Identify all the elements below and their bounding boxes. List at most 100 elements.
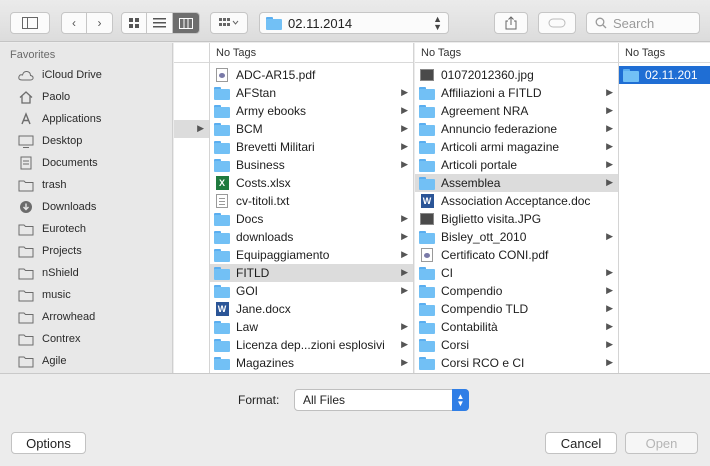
browser-column-3[interactable]: No Tags 02.11.201: [619, 43, 710, 373]
format-label: Format:: [238, 393, 280, 407]
options-button[interactable]: Options: [11, 432, 86, 454]
column-row[interactable]: [174, 84, 209, 102]
folder-row[interactable]: AFStan ▶: [210, 84, 413, 102]
folder-row[interactable]: Bisley_ott_2010 ▶: [415, 228, 618, 246]
row-label: Articoli armi magazine: [441, 140, 560, 154]
tag-icon: [548, 18, 566, 28]
folder-row[interactable]: Equipaggiamento ▶: [210, 246, 413, 264]
browser-column-2[interactable]: No Tags 01072012360.jpg Affiliazioni a FIT…: [415, 43, 619, 373]
path-popup[interactable]: 02.11.2014 ▲ ▼: [259, 12, 449, 34]
list-view-button[interactable]: [147, 13, 173, 33]
cloud-icon: [18, 68, 34, 82]
folder-row[interactable]: Corsi RCO e CI ▶: [415, 354, 618, 372]
sidebar-item-documents[interactable]: Documents: [18, 152, 98, 174]
folder-row[interactable]: GOI ▶: [210, 282, 413, 300]
folder-row[interactable]: Articoli armi magazine ▶: [415, 138, 618, 156]
sidebar-item-arrowhead[interactable]: Arrowhead: [18, 306, 95, 328]
open-button[interactable]: Open: [625, 432, 698, 454]
sidebar-item-icloud-drive[interactable]: iCloud Drive: [18, 64, 102, 86]
sidebar-item-desktop[interactable]: Desktop: [18, 130, 82, 152]
folder-icon: [214, 266, 230, 280]
folder-row[interactable]: Agreement NRA ▶: [415, 102, 618, 120]
file-row[interactable]: X Costs.xlsx: [210, 174, 413, 192]
sidebar-item-trash[interactable]: trash: [18, 174, 66, 196]
file-row[interactable]: cv-titoli.txt: [210, 192, 413, 210]
tags-button[interactable]: [538, 12, 576, 34]
folder-icon: [18, 222, 34, 236]
sidebar-item-contrex[interactable]: Contrex: [18, 328, 81, 350]
sidebar-item-label: iCloud Drive: [42, 69, 102, 81]
arrange-button[interactable]: [210, 12, 248, 34]
folder-row[interactable]: Licenza dep...zioni esplosivi ▶: [210, 336, 413, 354]
disclosure-arrow-icon: ▶: [606, 321, 613, 331]
row-label: Bisley_ott_2010: [441, 230, 527, 244]
folder-icon: [419, 302, 435, 316]
sidebar-icon: [22, 17, 38, 29]
column-row[interactable]: [174, 66, 209, 84]
file-row[interactable]: W Association Acceptance.doc: [415, 192, 618, 210]
forward-button[interactable]: ›: [87, 13, 112, 33]
file-row[interactable]: 01072012360.jpg: [415, 66, 618, 84]
folder-row[interactable]: Magazines ▶: [210, 354, 413, 372]
cancel-button[interactable]: Cancel: [545, 432, 617, 454]
sidebar-item-nshield[interactable]: nShield: [18, 262, 79, 284]
folder-row[interactable]: Assemblea ▶: [415, 174, 618, 192]
sidebar-item-applications[interactable]: Applications: [18, 108, 101, 130]
folder-row[interactable]: Articoli portale ▶: [415, 156, 618, 174]
disclosure-arrow-icon: ▶: [606, 231, 613, 241]
disclosure-arrow-icon: ▶: [401, 231, 408, 241]
browser-column-0[interactable]: ▶: [174, 43, 210, 373]
format-select[interactable]: All Files ▲ ▼: [294, 389, 469, 411]
folder-row[interactable]: Contabilità ▶: [415, 318, 618, 336]
file-row[interactable]: ADC-AR15.pdf: [210, 66, 413, 84]
folder-row[interactable]: BCM ▶: [210, 120, 413, 138]
folder-row[interactable]: Compendio TLD ▶: [415, 300, 618, 318]
folder-row[interactable]: Docs ▶: [210, 210, 413, 228]
row-label: Compendio TLD: [441, 302, 529, 316]
applications-icon: [18, 112, 34, 126]
sidebar-item-agile[interactable]: Agile: [18, 350, 66, 372]
share-button[interactable]: [494, 12, 528, 34]
folder-row[interactable]: CI ▶: [415, 264, 618, 282]
back-button[interactable]: ‹: [62, 13, 88, 33]
folder-row[interactable]: Brevetti Militari ▶: [210, 138, 413, 156]
file-row[interactable]: Biglietto visita.JPG: [415, 210, 618, 228]
disclosure-arrow-icon: ▶: [401, 357, 408, 367]
sidebar-item-music[interactable]: music: [18, 284, 71, 306]
sidebar-toggle-button[interactable]: [10, 12, 50, 34]
sidebar-item-downloads[interactable]: Downloads: [18, 196, 96, 218]
home-icon: [18, 90, 34, 104]
folder-row[interactable]: Affiliazioni a FITLD ▶: [415, 84, 618, 102]
folder-row[interactable]: Corsi ▶: [415, 336, 618, 354]
folder-row[interactable]: Law ▶: [210, 318, 413, 336]
sidebar-item-label: music: [42, 289, 71, 301]
folder-row[interactable]: Compendio ▶: [415, 282, 618, 300]
sidebar-item-label: Paolo: [42, 91, 71, 103]
icon-view-button[interactable]: [122, 13, 148, 33]
sidebar-item-paolo[interactable]: Paolo: [18, 86, 70, 108]
sidebar-item-eurotech[interactable]: Eurotech: [18, 218, 86, 240]
folder-row[interactable]: Army ebooks ▶: [210, 102, 413, 120]
file-type-icon: [214, 194, 230, 208]
disclosure-arrow-icon: ▶: [606, 303, 613, 313]
file-type-icon: [419, 140, 435, 154]
toolbar: ‹ › 02.11.2014 ▲ ▼ Search: [0, 0, 710, 42]
column-view-button[interactable]: [172, 13, 199, 33]
search-field[interactable]: Search: [586, 12, 700, 34]
folder-icon: [18, 310, 34, 324]
file-row[interactable]: W Jane.docx: [210, 300, 413, 318]
folder-row[interactable]: Business ▶: [210, 156, 413, 174]
sidebar-heading: Favorites: [10, 49, 56, 61]
disclosure-arrow-icon: ▶: [401, 141, 408, 151]
file-row[interactable]: Certificato CONI.pdf: [415, 246, 618, 264]
sidebar-item-projects[interactable]: Projects: [18, 240, 82, 262]
browser-column-1[interactable]: No Tags ADC-AR15.pdf AFStan ▶ Army ebooks ▶ BC…: [210, 43, 414, 373]
folder-row[interactable]: FITLD ▶: [210, 264, 413, 282]
row-label: Association Acceptance.doc: [441, 194, 591, 208]
folder-row[interactable]: Annuncio federazione ▶: [415, 120, 618, 138]
column-row[interactable]: ▶: [174, 120, 209, 138]
folder-row[interactable]: downloads ▶: [210, 228, 413, 246]
column-row[interactable]: [174, 102, 209, 120]
column-header: No Tags: [415, 43, 618, 63]
folder-row[interactable]: 02.11.201: [619, 66, 710, 84]
